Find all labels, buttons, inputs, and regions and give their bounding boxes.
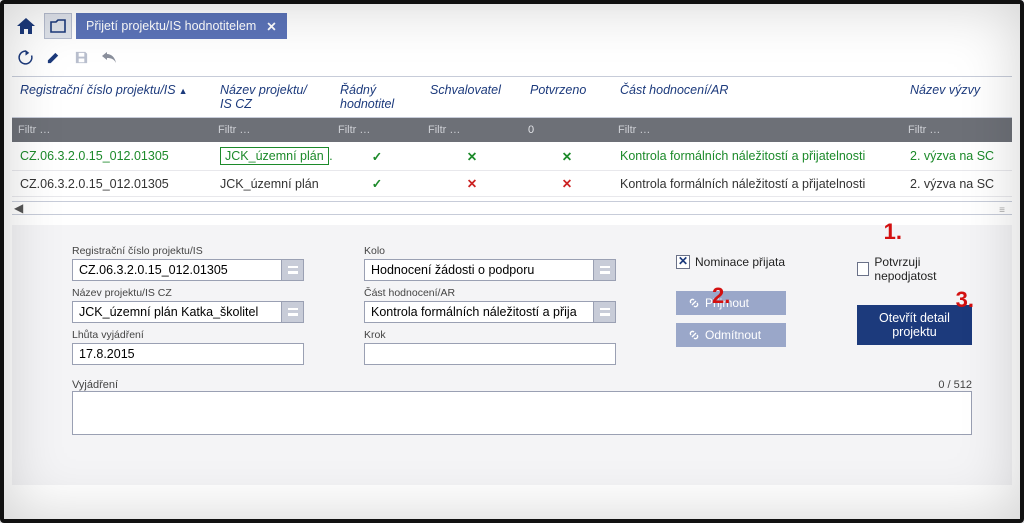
undo-icon[interactable] bbox=[98, 46, 120, 68]
filter-schval[interactable] bbox=[428, 122, 516, 138]
button-label: Přijmout bbox=[705, 296, 749, 310]
filter-nazev[interactable] bbox=[218, 122, 326, 138]
resize-grip-icon[interactable]: ≡ bbox=[999, 205, 1006, 216]
col-reg[interactable]: Registrační číslo projektu/IS▲ bbox=[12, 77, 212, 118]
table-row[interactable]: CZ.06.3.2.0.15_012.01305 JCK_územní plán… bbox=[12, 142, 1012, 171]
label-lhuta: Lhůta vyjádření bbox=[72, 329, 304, 341]
check-icon: ✓ bbox=[332, 142, 422, 171]
field-krok[interactable] bbox=[364, 343, 616, 365]
field-lhuta[interactable] bbox=[72, 343, 304, 365]
col-cast[interactable]: Část hodnocení/AR bbox=[612, 77, 902, 118]
field-kolo[interactable] bbox=[364, 259, 594, 281]
col-potvrzeno[interactable]: Potvrzeno bbox=[522, 77, 612, 118]
label-krok: Krok bbox=[364, 329, 616, 341]
sort-asc-icon: ▲ bbox=[179, 86, 188, 96]
cross-icon: ✕ bbox=[422, 142, 522, 171]
checkbox-nominace[interactable]: Nominace přijata bbox=[676, 255, 797, 269]
checkbox-icon bbox=[676, 255, 690, 269]
reject-button[interactable]: Odmítnout bbox=[676, 323, 786, 347]
cross-icon: ✕ bbox=[522, 142, 612, 171]
cell-reg: CZ.06.3.2.0.15_012.01305 bbox=[12, 142, 212, 171]
comment-textarea[interactable] bbox=[72, 391, 972, 435]
toolbar bbox=[12, 42, 1012, 76]
checkbox-potvrzuji[interactable]: Potvrzuji nepodjatost bbox=[857, 255, 972, 283]
list-icon[interactable] bbox=[282, 301, 304, 323]
cell-vyzva: 2. výzva na SC bbox=[902, 171, 1012, 197]
refresh-icon[interactable] bbox=[14, 46, 36, 68]
checkbox-label: Potvrzuji nepodjatost bbox=[874, 255, 972, 283]
cell-reg: CZ.06.3.2.0.15_012.01305 bbox=[12, 171, 212, 197]
table-row[interactable]: CZ.06.3.2.0.15_012.01305 JCK_územní plán… bbox=[12, 171, 1012, 197]
button-label: Odmítnout bbox=[705, 328, 761, 342]
cell-nazev: JCK_územní plán bbox=[212, 142, 332, 171]
edit-icon[interactable] bbox=[42, 46, 64, 68]
cross-icon: ✕ bbox=[422, 171, 522, 197]
filter-reg[interactable] bbox=[18, 122, 206, 138]
list-icon[interactable] bbox=[594, 301, 616, 323]
top-tabbar: Přijetí projektu/IS hodnotitelem ✕ bbox=[12, 10, 1012, 42]
col-radny[interactable]: Řádný hodnotitel bbox=[332, 77, 422, 118]
h-scrollbar[interactable]: ◀ ≡ bbox=[12, 201, 1012, 215]
tab-active[interactable]: Přijetí projektu/IS hodnotitelem ✕ bbox=[76, 13, 287, 39]
label-cast: Část hodnocení/AR bbox=[364, 287, 616, 299]
new-tab-icon[interactable] bbox=[44, 13, 72, 39]
check-icon: ✓ bbox=[332, 171, 422, 197]
label-kolo: Kolo bbox=[364, 245, 616, 257]
filter-potvrzeno[interactable] bbox=[528, 122, 606, 138]
filter-row bbox=[12, 118, 1012, 143]
open-detail-button[interactable]: Otevřít detail projektu bbox=[857, 305, 972, 345]
label-reg: Registrační číslo projektu/IS bbox=[72, 245, 304, 257]
list-icon[interactable] bbox=[594, 259, 616, 281]
filter-vyzva[interactable] bbox=[908, 122, 1006, 138]
list-icon[interactable] bbox=[282, 259, 304, 281]
field-reg[interactable] bbox=[72, 259, 282, 281]
cell-cast: Kontrola formálních náležitostí a přijat… bbox=[612, 142, 902, 171]
field-nazev[interactable] bbox=[72, 301, 282, 323]
cross-icon: ✕ bbox=[522, 171, 612, 197]
save-icon[interactable] bbox=[70, 46, 92, 68]
checkbox-label: Nominace přijata bbox=[695, 255, 785, 269]
projects-table: Registrační číslo projektu/IS▲ Název pro… bbox=[12, 76, 1012, 197]
filter-cast[interactable] bbox=[618, 122, 896, 138]
char-counter: 0 / 512 bbox=[938, 379, 972, 391]
col-schval[interactable]: Schvalovatel bbox=[422, 77, 522, 118]
checkbox-icon bbox=[857, 262, 870, 276]
link-icon bbox=[688, 297, 700, 309]
table-header-row: Registrační číslo projektu/IS▲ Název pro… bbox=[12, 77, 1012, 118]
close-icon[interactable]: ✕ bbox=[266, 19, 276, 34]
label-nazev: Název projektu/IS CZ bbox=[72, 287, 304, 299]
label-vyjadreni: Vyjádření bbox=[72, 379, 118, 391]
cell-vyzva: 2. výzva na SC bbox=[902, 142, 1012, 171]
cell-nazev: JCK_územní plán bbox=[212, 171, 332, 197]
home-icon[interactable] bbox=[12, 13, 40, 39]
scroll-left-icon[interactable]: ◀ bbox=[14, 201, 23, 215]
detail-pane: Registrační číslo projektu/IS Název proj… bbox=[12, 225, 1012, 485]
filter-radny[interactable] bbox=[338, 122, 416, 138]
col-vyzva[interactable]: Název výzvy bbox=[902, 77, 1012, 118]
col-nazev[interactable]: Název projektu/ IS CZ bbox=[212, 77, 332, 118]
field-cast[interactable] bbox=[364, 301, 594, 323]
tab-title: Přijetí projektu/IS hodnotitelem bbox=[86, 19, 256, 33]
accept-button[interactable]: Přijmout bbox=[676, 291, 786, 315]
unlink-icon bbox=[688, 329, 700, 341]
cell-cast: Kontrola formálních náležitostí a přijat… bbox=[612, 171, 902, 197]
